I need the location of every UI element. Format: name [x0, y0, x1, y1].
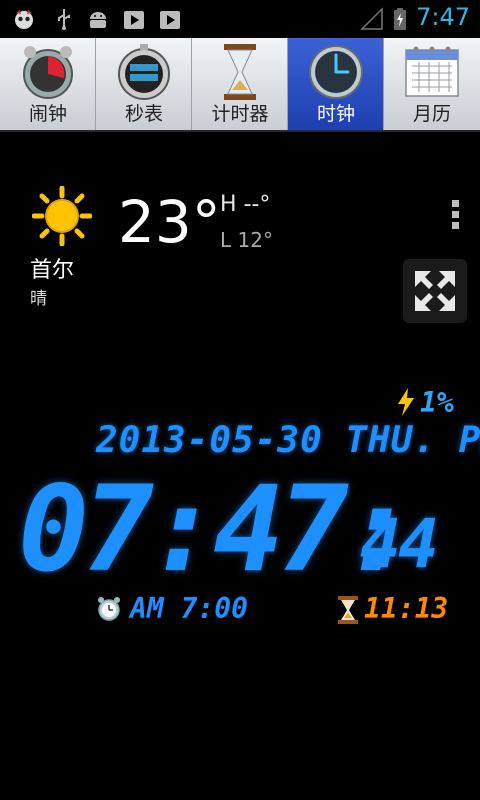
seconds-display: 44 [360, 505, 439, 584]
battery-charging-icon [394, 8, 406, 30]
alarm-icon [98, 597, 120, 621]
calendar-icon [405, 46, 459, 97]
tab-stopwatch[interactable]: 秒表 [96, 38, 192, 130]
play-store-icon [124, 11, 144, 29]
expand-icon [415, 271, 455, 311]
weather-condition: 晴 [30, 289, 47, 309]
stopwatch-icon [118, 44, 170, 100]
app-icon [15, 10, 33, 29]
clock-icon [309, 45, 363, 99]
menu-dot [451, 211, 459, 218]
tab-alarm[interactable]: 闹钟 [0, 38, 96, 130]
tab-bar: 闹钟 秒表 计时器 时钟 月历 [0, 38, 480, 132]
battery-level: 1% [420, 386, 454, 419]
alarm-clock-icon [23, 46, 73, 99]
overflow-menu-button[interactable] [449, 200, 461, 232]
tab-calendar[interactable]: 月历 [384, 38, 480, 130]
time-display: 07:47: [18, 460, 414, 598]
low-temperature: L 12° [220, 228, 273, 252]
sun-icon [32, 186, 92, 246]
play-store-icon [160, 11, 180, 29]
timer-hourglass-icon [338, 596, 358, 624]
tab-label: 秒表 [124, 103, 163, 125]
tab-label: 闹钟 [28, 103, 67, 125]
usb-icon [58, 9, 70, 30]
tab-label: 计时器 [211, 103, 269, 125]
tab-clock[interactable]: 时钟 [288, 38, 384, 130]
tab-label: 时钟 [316, 103, 355, 125]
status-bar: 7:47 [0, 0, 480, 38]
high-temperature: H --° [220, 192, 271, 217]
signal-icon [360, 7, 383, 30]
next-alarm[interactable]: AM 7:00 [130, 592, 248, 625]
date-display: 2013-05-30 THU. PM [96, 420, 480, 461]
battery-bolt-icon [398, 388, 414, 416]
status-time: 7:47 [416, 3, 470, 31]
timer-remaining[interactable]: 11:13 [364, 592, 448, 625]
hourglass-icon [224, 44, 256, 100]
tab-timer[interactable]: 计时器 [192, 38, 288, 130]
city-name[interactable]: 首尔 [30, 252, 74, 284]
menu-dot [451, 222, 459, 229]
tab-label: 月历 [412, 103, 451, 125]
fullscreen-button[interactable] [403, 259, 467, 323]
menu-dot [451, 200, 459, 207]
temperature: 23° [118, 188, 221, 256]
android-icon [90, 12, 106, 28]
